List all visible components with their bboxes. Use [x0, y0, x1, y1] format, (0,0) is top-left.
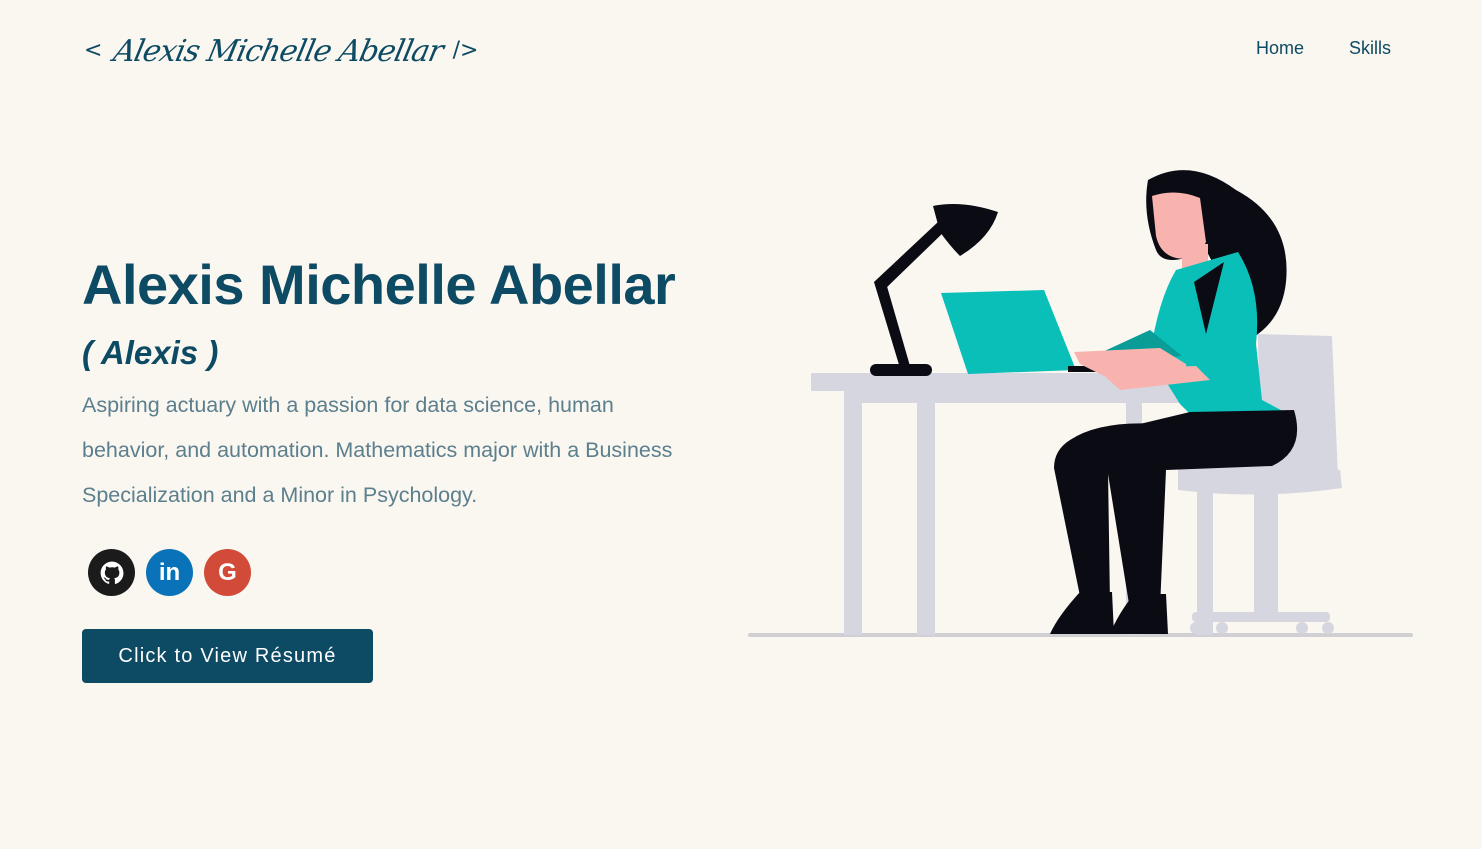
- site-logo[interactable]: < Alexis Michelle Abellar />: [84, 26, 478, 76]
- hero-name: Alexis Michelle Abellar: [82, 253, 676, 316]
- page: < Alexis Michelle Abellar /> Home Skills…: [0, 0, 1482, 849]
- logo-signature: Alexis Michelle Abellar: [110, 33, 447, 69]
- woman-at-desk-illustration: [748, 170, 1413, 637]
- github-icon: [100, 561, 123, 584]
- google-link[interactable]: G: [204, 549, 251, 596]
- nav-home-link[interactable]: Home: [1256, 38, 1304, 59]
- hero-bio: Aspiring actuary with a passion for data…: [82, 393, 673, 507]
- logo-open-bracket: <: [84, 38, 103, 63]
- github-link[interactable]: [88, 549, 135, 596]
- logo-close-bracket: />: [452, 38, 479, 63]
- google-icon: G: [218, 558, 237, 586]
- view-resume-button[interactable]: Click to View Résumé: [82, 629, 373, 683]
- desk: [811, 373, 1238, 635]
- linkedin-link[interactable]: in: [146, 549, 193, 596]
- main-nav: Home Skills: [1256, 38, 1391, 59]
- hero-nickname: ( Alexis ): [82, 334, 219, 371]
- nav-skills-link[interactable]: Skills: [1349, 38, 1391, 59]
- social-links: in G: [88, 549, 251, 596]
- linkedin-icon: in: [158, 558, 181, 586]
